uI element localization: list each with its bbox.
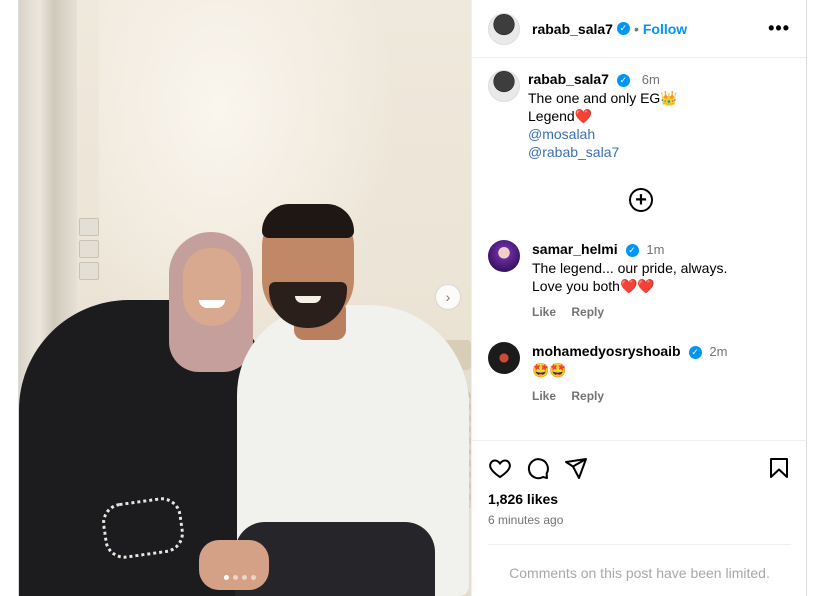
separator-dot: • [633, 20, 639, 37]
light-switch [79, 262, 99, 280]
commenter-username[interactable]: samar_helmi [532, 241, 618, 257]
verified-icon: ✓ [616, 73, 630, 87]
carousel-dot-active [224, 575, 229, 580]
comment-actions: Like Reply [532, 303, 727, 321]
woman-hand [199, 540, 269, 590]
post-modal: › rabab_sala7 ✓ • Follow ••• rabab_sala7… [18, 0, 807, 596]
chevron-right-icon[interactable]: › [435, 284, 461, 310]
comment-body: samar_helmi ✓ 1m The legend... our pride… [532, 240, 727, 321]
caption-line: The one and only EG👑 [528, 90, 678, 106]
man-smile [295, 296, 321, 303]
light-switch [79, 218, 99, 236]
follow-button[interactable]: Follow [643, 21, 687, 37]
carousel-dot [242, 575, 247, 580]
commenter-avatar[interactable] [488, 240, 520, 272]
comment-time: 1m [646, 242, 665, 257]
verified-icon: ✓ [616, 22, 630, 35]
comment-icon[interactable] [526, 456, 550, 480]
mention-link[interactable]: @rabab_sala7 [528, 143, 678, 161]
action-icons [488, 453, 791, 483]
mention-link[interactable]: @mosalah [528, 125, 678, 143]
like-comment-button[interactable]: Like [532, 389, 556, 403]
woman-face [183, 248, 241, 326]
like-comment-button[interactable]: Like [532, 305, 556, 319]
reply-button[interactable]: Reply [571, 305, 604, 319]
comment-text: The legend... our pride, always. [532, 260, 728, 276]
verified-icon: ✓ [688, 345, 702, 359]
comment: mohamedyosryshoaib ✓ 2m 🤩🤩 Like Reply [488, 342, 791, 405]
reply-button[interactable]: Reply [571, 389, 604, 403]
commenter-avatar[interactable] [488, 342, 520, 374]
author-username[interactable]: rabab_sala7 [532, 21, 613, 37]
post-photo[interactable]: › [19, 0, 471, 596]
comment-text: Love you both❤️❤️ [532, 278, 655, 294]
add-label: + [635, 189, 647, 211]
author-avatar[interactable] [488, 12, 520, 45]
carousel-dots [224, 575, 256, 580]
post-panel: rabab_sala7 ✓ • Follow ••• rabab_sala7 ✓… [471, 0, 807, 596]
comment: samar_helmi ✓ 1m The legend... our pride… [488, 240, 791, 321]
caption: rabab_sala7 ✓ 6m The one and only EG👑 Le… [472, 58, 806, 161]
share-icon[interactable] [564, 456, 588, 480]
comments-limited-notice: Comments on this post have been limited. [488, 544, 791, 581]
comment-text: 🤩🤩 [532, 362, 567, 378]
post-header: rabab_sala7 ✓ • Follow ••• [472, 0, 806, 58]
author-avatar[interactable] [488, 70, 520, 102]
comment-body: mohamedyosryshoaib ✓ 2m 🤩🤩 Like Reply [532, 342, 727, 405]
caption-time: 6m [641, 72, 660, 87]
caption-body: rabab_sala7 ✓ 6m The one and only EG👑 Le… [528, 70, 678, 161]
woman-smile [199, 300, 225, 308]
next-label: › [445, 289, 451, 305]
likes-count[interactable]: 1,826 likes [488, 491, 791, 507]
carousel-dot [233, 575, 238, 580]
post-time: 6 minutes ago [488, 513, 564, 527]
heart-icon[interactable] [488, 456, 512, 480]
add-circle-icon[interactable]: + [629, 188, 653, 212]
actions-bar: 1,826 likes 6 minutes ago [472, 440, 807, 527]
light-switch [79, 240, 99, 258]
comment-actions: Like Reply [532, 387, 727, 405]
more-icon[interactable]: ••• [768, 18, 790, 39]
commenter-username[interactable]: mohamedyosryshoaib [532, 343, 681, 359]
caption-line: Legend❤️ [528, 108, 593, 124]
man-hair [262, 204, 354, 238]
caption-username[interactable]: rabab_sala7 [528, 71, 609, 87]
verified-icon: ✓ [625, 243, 639, 257]
comment-time: 2m [709, 344, 728, 359]
bookmark-icon[interactable] [767, 456, 791, 480]
carousel-dot [251, 575, 256, 580]
